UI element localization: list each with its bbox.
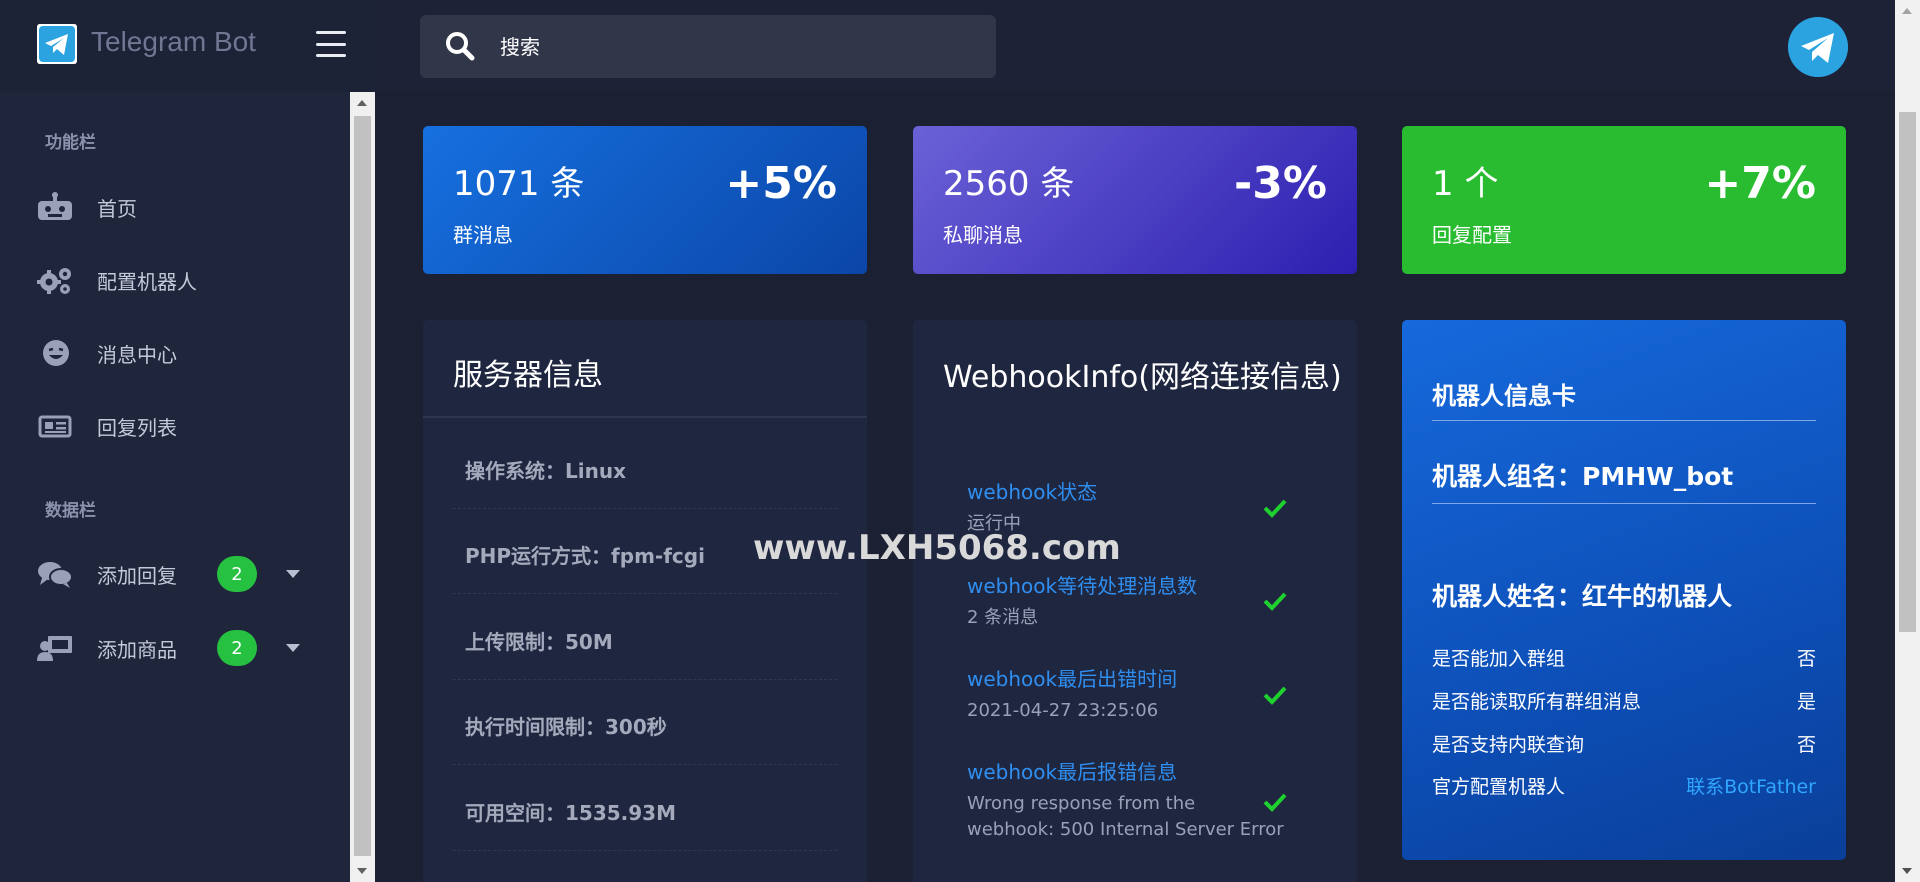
- robot-icon: [36, 192, 76, 222]
- stat-card-reply-config: 1 个 回复配置 +7%: [1402, 126, 1846, 274]
- sidebar-item-reply-list[interactable]: 回复列表: [36, 404, 336, 448]
- bot-property-row: 是否能读取所有群组消息 是: [1432, 687, 1816, 714]
- bot-name: 机器人姓名：红牛的机器人: [1432, 582, 1733, 611]
- divider: [453, 508, 837, 509]
- bot-info-card: 机器人信息卡 机器人组名：PMHW_bot 机器人姓名：红牛的机器人 是否能加入…: [1402, 320, 1846, 860]
- page-scrollbar[interactable]: [1895, 0, 1920, 882]
- sidebar-item-label: 回复列表: [97, 415, 177, 440]
- menu-toggle-icon[interactable]: [316, 31, 346, 57]
- divider: [1432, 503, 1816, 504]
- telegram-avatar-icon[interactable]: [1788, 17, 1848, 77]
- gears-icon: [36, 265, 76, 295]
- divider: [453, 764, 837, 765]
- stat-label: 群消息: [453, 223, 513, 247]
- server-info-item: PHP运行方式：fpm-fcgi: [465, 544, 705, 568]
- check-icon: [1263, 793, 1287, 812]
- search-box[interactable]: [420, 15, 996, 78]
- check-icon: [1263, 686, 1287, 705]
- server-info-item: 执行时间限制：300秒: [465, 715, 667, 739]
- webhook-item-label: webhook最后报错信息: [967, 760, 1178, 784]
- divider: [453, 593, 837, 594]
- smile-icon: [36, 338, 76, 368]
- server-info-item: 上传限制：50M: [465, 630, 613, 654]
- scroll-up-arrow-icon[interactable]: [357, 100, 367, 106]
- telegram-logo-icon: [37, 24, 77, 64]
- contact-botfather-link[interactable]: 联系BotFather: [1686, 772, 1816, 799]
- stat-value: 2560 条: [943, 164, 1075, 204]
- brand-title: Telegram Bot: [91, 26, 256, 57]
- sidebar-item-label: 首页: [97, 196, 137, 221]
- stat-percent: -3%: [1234, 158, 1327, 209]
- stat-label: 私聊消息: [943, 223, 1023, 247]
- search-icon[interactable]: [445, 31, 475, 61]
- count-badge: 2: [217, 630, 257, 666]
- stat-label: 回复配置: [1432, 223, 1512, 247]
- scroll-up-arrow-icon[interactable]: [1902, 8, 1912, 14]
- scrollbar-thumb[interactable]: [354, 116, 371, 856]
- sidebar-item-label: 消息中心: [97, 342, 177, 367]
- count-badge: 2: [217, 556, 257, 592]
- bot-property-label: 官方配置机器人: [1432, 776, 1566, 798]
- stat-percent: +7%: [1704, 158, 1816, 209]
- stat-value: 1071 条: [453, 164, 585, 204]
- bot-card-title: 机器人信息卡: [1432, 382, 1576, 410]
- watermark-text: www.LXH5068.com: [753, 528, 1121, 568]
- check-icon: [1263, 592, 1287, 611]
- newspaper-icon: [36, 411, 76, 441]
- bot-property-value: 否: [1796, 648, 1816, 670]
- bot-property-row: 是否支持内联查询 否: [1432, 730, 1816, 757]
- bot-property-label: 是否能读取所有群组消息: [1432, 691, 1642, 713]
- webhook-item-value: Wrong response from the webhook: 500 Int…: [967, 793, 1284, 840]
- sidebar-item-add-product[interactable]: 添加商品 2: [36, 626, 336, 670]
- panel-title: 服务器信息: [453, 358, 603, 393]
- sidebar-item-label: 配置机器人: [97, 269, 197, 294]
- section-label-features: 功能栏: [45, 133, 96, 153]
- server-info-panel: 服务器信息 操作系统：Linux PHP运行方式：fpm-fcgi 上传限制：5…: [423, 320, 867, 882]
- stat-value: 1 个: [1432, 164, 1499, 204]
- webhook-item: webhook最后报错信息 Wrong response from the we…: [967, 756, 1287, 843]
- brand-bar: Telegram Bot: [0, 0, 375, 92]
- sidebar-item-add-reply[interactable]: 添加回复 2: [36, 552, 336, 596]
- bot-property-value: 否: [1796, 734, 1816, 756]
- comments-icon: [36, 559, 76, 589]
- divider: [453, 850, 837, 851]
- top-bar: [375, 0, 1895, 92]
- divider: [1432, 420, 1816, 421]
- sidebar-item-message-center[interactable]: 消息中心: [36, 331, 336, 375]
- stat-percent: +5%: [725, 158, 837, 209]
- scroll-down-arrow-icon[interactable]: [1902, 868, 1912, 874]
- divider: [453, 679, 837, 680]
- bot-property-value: 是: [1796, 691, 1816, 713]
- bot-property-label: 是否能加入群组: [1432, 648, 1566, 670]
- user-board-icon: [36, 633, 76, 663]
- server-info-item: 可用空间：1535.93M: [465, 801, 676, 825]
- app-root: Telegram Bot 功能栏 首页 配置机器人 消息中心 回复列表 数据栏 …: [0, 0, 1920, 882]
- section-label-data: 数据栏: [45, 501, 96, 521]
- chevron-down-icon[interactable]: [286, 570, 300, 578]
- sidebar-item-home[interactable]: 首页: [36, 185, 336, 229]
- bot-group-name: 机器人组名：PMHW_bot: [1432, 462, 1734, 491]
- panel-title: WebhookInfo(网络连接信息): [943, 360, 1342, 395]
- sidebar-item-label: 添加商品: [97, 637, 177, 662]
- check-icon: [1263, 499, 1287, 518]
- chevron-down-icon[interactable]: [286, 644, 300, 652]
- webhook-info-panel: WebhookInfo(网络连接信息) webhook状态 运行中 webhoo…: [913, 320, 1357, 882]
- sidebar: Telegram Bot 功能栏 首页 配置机器人 消息中心 回复列表 数据栏 …: [0, 0, 375, 882]
- divider: [423, 416, 867, 418]
- sidebar-item-label: 添加回复: [97, 563, 177, 588]
- scrollbar-thumb[interactable]: [1899, 112, 1916, 632]
- server-info-item: 操作系统：Linux: [465, 459, 626, 483]
- bot-property-label: 是否支持内联查询: [1432, 734, 1585, 756]
- bot-property-row: 是否能加入群组 否: [1432, 644, 1816, 671]
- sidebar-scrollbar[interactable]: [350, 92, 375, 882]
- sidebar-item-config-bot[interactable]: 配置机器人: [36, 258, 336, 302]
- scroll-down-arrow-icon[interactable]: [357, 868, 367, 874]
- bot-property-row: 官方配置机器人 联系BotFather: [1432, 772, 1816, 799]
- stat-card-group-messages: 1071 条 群消息 +5%: [423, 126, 867, 274]
- stat-card-private-messages: 2560 条 私聊消息 -3%: [913, 126, 1357, 274]
- search-input[interactable]: [500, 15, 980, 78]
